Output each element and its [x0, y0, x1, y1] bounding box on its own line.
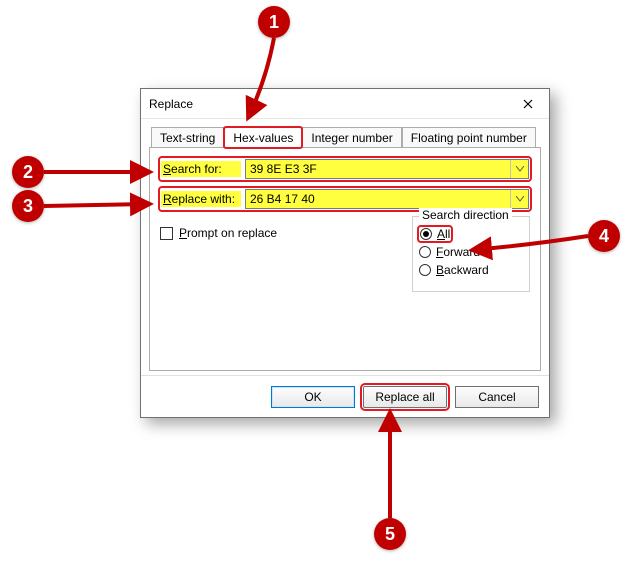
accel: R	[163, 192, 172, 206]
tab-label: Integer number	[311, 131, 392, 145]
radio-forward[interactable]	[419, 246, 431, 258]
accel: S	[163, 162, 171, 176]
row-search: Search for: 39 8E E3 3F	[160, 158, 530, 180]
replace-all-label: Replace all	[375, 390, 434, 404]
row-replace-highlight: Replace with: 26 B4 17 40	[160, 188, 530, 210]
tab-label: Floating point number	[411, 131, 527, 145]
tab-hex-values[interactable]: Hex-values	[224, 127, 302, 148]
chevron-down-icon[interactable]	[510, 190, 528, 208]
search-for-input[interactable]: 39 8E E3 3F	[245, 159, 529, 179]
tab-integer-number[interactable]: Integer number	[302, 127, 401, 148]
row-search-highlight: Search for: 39 8E E3 3F	[160, 158, 530, 180]
radio-all[interactable]	[420, 228, 432, 240]
radio-forward-label: Forward	[436, 245, 480, 259]
tab-strip: Text-string Hex-values Integer number Fl…	[151, 125, 541, 147]
direction-group-label: Search direction	[419, 208, 512, 222]
callout-1: 1	[258, 6, 290, 38]
cancel-button-label: Cancel	[478, 390, 515, 404]
replace-with-value: 26 B4 17 40	[250, 192, 510, 206]
dialog-client: Text-string Hex-values Integer number Fl…	[149, 125, 541, 371]
radio-row-backward[interactable]: Backward	[419, 263, 523, 277]
replace-with-label: Replace with:	[161, 191, 241, 207]
radio-row-all[interactable]: All	[419, 227, 523, 241]
ok-button-label: OK	[304, 390, 321, 404]
accel: A	[437, 227, 445, 241]
tab-label: Text-string	[160, 131, 215, 145]
direction-group: Search direction All Forward Backward	[412, 216, 530, 292]
button-bar: OK Replace all Cancel	[141, 375, 549, 417]
tab-panel: Search for: 39 8E E3 3F Replace with: 26…	[149, 147, 541, 371]
search-for-value: 39 8E E3 3F	[250, 162, 510, 176]
prompt-checkbox[interactable]	[160, 227, 173, 240]
callout-5: 5	[374, 518, 406, 550]
tab-floating-point[interactable]: Floating point number	[402, 127, 536, 148]
accel: B	[436, 263, 444, 277]
replace-all-button[interactable]: Replace all	[363, 386, 447, 408]
callout-2: 2	[12, 156, 44, 188]
tab-text-string[interactable]: Text-string	[151, 127, 224, 148]
accel: P	[179, 226, 187, 240]
radio-backward[interactable]	[419, 264, 431, 276]
ok-button[interactable]: OK	[271, 386, 355, 408]
row-replace: Replace with: 26 B4 17 40	[160, 188, 530, 210]
callout-3: 3	[12, 190, 44, 222]
tab-label: Hex-values	[233, 131, 293, 145]
radio-row-forward[interactable]: Forward	[419, 245, 523, 259]
cancel-button[interactable]: Cancel	[455, 386, 539, 408]
radio-all-label: All	[437, 227, 450, 241]
callout-4: 4	[588, 220, 620, 252]
replace-dialog: Replace Text-string Hex-values Integer n…	[140, 88, 550, 418]
radio-backward-label: Backward	[436, 263, 489, 277]
replace-with-input[interactable]: 26 B4 17 40	[245, 189, 529, 209]
titlebar: Replace	[141, 89, 549, 119]
close-icon[interactable]	[513, 93, 543, 115]
window-title: Replace	[149, 97, 193, 111]
chevron-down-icon[interactable]	[510, 160, 528, 178]
radio-all-highlight: All	[419, 227, 451, 241]
search-for-label: Search for:	[161, 161, 241, 177]
prompt-label: Prompt on replace	[179, 226, 277, 240]
